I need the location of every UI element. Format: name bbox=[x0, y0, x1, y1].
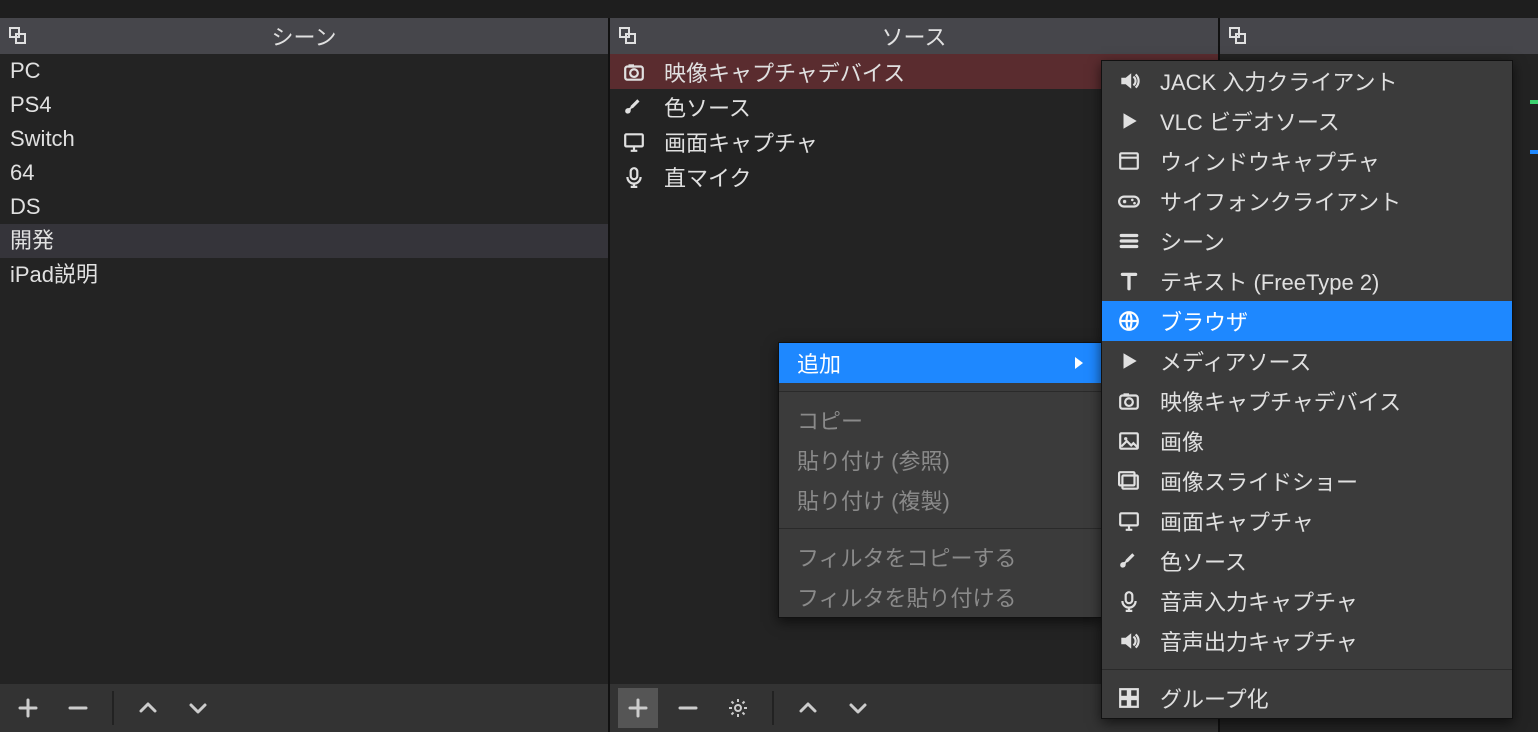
move-scene-up-button[interactable] bbox=[128, 688, 168, 728]
context-menu[interactable]: 追加コピー貼り付け (参照)貼り付け (複製) フィルタをコピーするフィルタを貼り… bbox=[778, 342, 1102, 618]
source-type-item[interactable]: 画像スライドショー bbox=[1102, 461, 1512, 501]
source-type-item[interactable]: 画面キャプチャ bbox=[1102, 501, 1512, 541]
source-type-item[interactable]: 音声入力キャプチャ bbox=[1102, 581, 1512, 621]
scenes-title: シーン bbox=[0, 20, 608, 52]
remove-scene-button[interactable] bbox=[58, 688, 98, 728]
source-type-label: 画面キャプチャ bbox=[1160, 505, 1314, 537]
mixer-header[interactable] bbox=[1220, 18, 1538, 54]
scenes-panel: シーン PCPS4Switch64DS開発iPad説明 bbox=[0, 18, 610, 732]
source-type-label: 画像スライドショー bbox=[1160, 465, 1358, 497]
scene-item[interactable]: PS4 bbox=[0, 88, 608, 122]
move-scene-down-button[interactable] bbox=[178, 688, 218, 728]
scene-item[interactable]: PC bbox=[0, 54, 608, 88]
source-type-item[interactable]: テキスト (FreeType 2) bbox=[1102, 261, 1512, 301]
image-icon bbox=[1116, 430, 1142, 452]
speaker-icon bbox=[1116, 70, 1142, 92]
source-type-label: 色ソース bbox=[1160, 545, 1247, 577]
remove-source-button[interactable] bbox=[668, 688, 708, 728]
scenes-list[interactable]: PCPS4Switch64DS開発iPad説明 bbox=[0, 54, 608, 684]
camera-icon bbox=[620, 61, 648, 83]
source-type-label: メディアソース bbox=[1160, 345, 1311, 377]
slideshow-icon bbox=[1116, 470, 1142, 492]
play-icon bbox=[1116, 350, 1142, 372]
source-type-label: シーン bbox=[1160, 225, 1225, 257]
source-type-label: ブラウザ bbox=[1160, 305, 1248, 337]
source-type-item[interactable]: 画像 bbox=[1102, 421, 1512, 461]
source-type-item[interactable]: シーン bbox=[1102, 221, 1512, 261]
source-label: 直マイク bbox=[664, 161, 752, 193]
group-icon bbox=[1116, 687, 1142, 709]
source-type-label: 音声出力キャプチャ bbox=[1160, 625, 1358, 657]
source-type-item[interactable]: ウィンドウキャプチャ bbox=[1102, 141, 1512, 181]
source-type-item[interactable]: 映像キャプチャデバイス bbox=[1102, 381, 1512, 421]
source-label: 映像キャプチャデバイス bbox=[664, 56, 905, 88]
source-type-item[interactable]: 色ソース bbox=[1102, 541, 1512, 581]
source-label: 画面キャプチャ bbox=[664, 126, 818, 158]
mic-icon bbox=[620, 166, 648, 188]
add-scene-button[interactable] bbox=[8, 688, 48, 728]
monitor-icon bbox=[620, 131, 648, 153]
source-type-label: VLC ビデオソース bbox=[1160, 105, 1340, 137]
dock-icon[interactable] bbox=[1220, 27, 1256, 45]
source-type-label: JACK 入力クライアント bbox=[1160, 65, 1397, 97]
source-label: 色ソース bbox=[664, 91, 751, 123]
scenes-toolbar bbox=[0, 684, 608, 732]
toolbar-separator bbox=[112, 691, 114, 725]
menu-item: フィルタを貼り付ける bbox=[779, 577, 1101, 617]
source-type-label: 音声入力キャプチャ bbox=[1160, 585, 1358, 617]
source-type-item[interactable]: メディアソース bbox=[1102, 341, 1512, 381]
scene-item[interactable]: 開発 bbox=[0, 224, 608, 258]
move-source-down-button[interactable] bbox=[838, 688, 878, 728]
monitor-icon bbox=[1116, 510, 1142, 532]
scene-item[interactable]: 64 bbox=[0, 156, 608, 190]
text-icon bbox=[1116, 270, 1142, 292]
scene-item[interactable]: Switch bbox=[0, 122, 608, 156]
source-type-label: ウィンドウキャプチャ bbox=[1160, 145, 1380, 177]
scenes-header[interactable]: シーン bbox=[0, 18, 608, 54]
camera-icon bbox=[1116, 390, 1142, 412]
play-icon bbox=[1116, 110, 1142, 132]
source-type-item[interactable]: ブラウザ bbox=[1102, 301, 1512, 341]
source-type-item[interactable]: JACK 入力クライアント bbox=[1102, 61, 1512, 101]
speaker-icon bbox=[1116, 630, 1142, 652]
toolbar-separator bbox=[772, 691, 774, 725]
source-properties-button[interactable] bbox=[718, 688, 758, 728]
menu-item: コピー bbox=[779, 400, 1101, 440]
scene-item[interactable]: DS bbox=[0, 190, 608, 224]
add-source-submenu[interactable]: JACK 入力クライアント VLC ビデオソースウィンドウキャプチャサイフォンクラ… bbox=[1101, 60, 1513, 719]
menu-item[interactable]: 追加 bbox=[779, 343, 1101, 383]
menu-item: 貼り付け (参照) bbox=[779, 440, 1101, 480]
source-type-label: テキスト (FreeType 2) bbox=[1160, 265, 1379, 297]
source-type-label: 映像キャプチャデバイス bbox=[1160, 385, 1401, 417]
scene-item[interactable]: iPad説明 bbox=[0, 258, 608, 292]
move-source-up-button[interactable] bbox=[788, 688, 828, 728]
menu-item: フィルタをコピーする bbox=[779, 537, 1101, 577]
sources-header[interactable]: ソース bbox=[610, 18, 1218, 54]
menu-separator bbox=[779, 391, 1101, 392]
source-type-label: 画像 bbox=[1160, 425, 1204, 457]
source-type-item[interactable]: VLC ビデオソース bbox=[1102, 101, 1512, 141]
source-type-item[interactable]: グループ化 bbox=[1102, 678, 1512, 718]
list-icon bbox=[1116, 230, 1142, 252]
menu-separator bbox=[1102, 669, 1512, 670]
brush-icon bbox=[620, 96, 648, 118]
brush-icon bbox=[1116, 550, 1142, 572]
gamepad-icon bbox=[1116, 190, 1142, 212]
window-icon bbox=[1116, 150, 1142, 172]
source-type-label: サイフォンクライアント bbox=[1160, 185, 1401, 217]
mic-icon bbox=[1116, 590, 1142, 612]
source-type-label: グループ化 bbox=[1160, 682, 1269, 714]
globe-icon bbox=[1116, 310, 1142, 332]
source-type-item[interactable]: サイフォンクライアント bbox=[1102, 181, 1512, 221]
source-type-item[interactable]: 音声出力キャプチャ bbox=[1102, 621, 1512, 661]
menu-item: 貼り付け (複製) bbox=[779, 480, 1101, 520]
sources-title: ソース bbox=[610, 20, 1218, 52]
menu-separator bbox=[779, 528, 1101, 529]
add-source-button[interactable] bbox=[618, 688, 658, 728]
